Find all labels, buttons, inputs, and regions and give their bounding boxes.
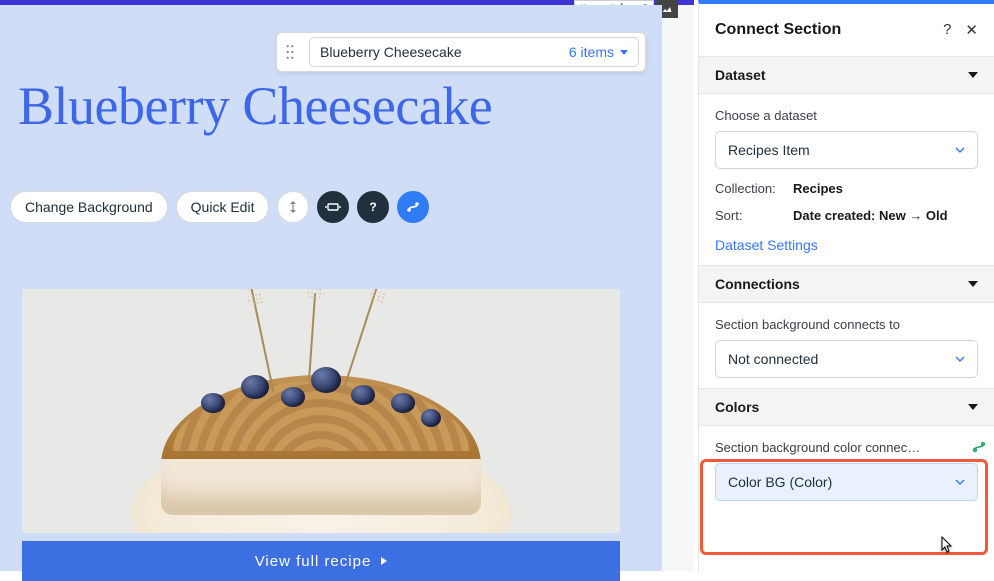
view-recipe-button[interactable]: View full recipe <box>22 541 620 581</box>
bgcolor-connects-dropdown[interactable]: Color BG (Color) <box>715 463 978 501</box>
repeater-item-toolbar: Blueberry Cheesecake 6 items <box>276 32 646 72</box>
section-actions-toolbar: Change Background Quick Edit ? <box>10 191 429 223</box>
connections-section: Section background connects to Not conne… <box>699 303 994 388</box>
quick-edit-button[interactable]: Quick Edit <box>176 191 270 223</box>
choose-dataset-label: Choose a dataset <box>715 108 978 123</box>
bgcolor-connects-value: Color BG (Color) <box>728 474 832 490</box>
binding-active-icon <box>972 440 986 454</box>
connections-head-label: Connections <box>715 276 800 292</box>
sort-value: Date created: New → Old <box>793 208 948 223</box>
item-count: 6 items <box>569 44 614 60</box>
chevron-down-icon <box>968 281 978 287</box>
section-preview[interactable]: Blueberry Cheesecake Change Background Q… <box>0 5 662 571</box>
bg-connects-dropdown[interactable]: Not connected <box>715 340 978 378</box>
collection-value: Recipes <box>793 181 843 196</box>
dataset-section: Choose a dataset Recipes Item Collection… <box>699 94 994 265</box>
colors-accordion-head[interactable]: Colors <box>699 388 994 426</box>
choose-dataset-dropdown[interactable]: Recipes Item <box>715 131 978 169</box>
chevron-down-icon <box>968 404 978 410</box>
choose-dataset-value: Recipes Item <box>728 142 810 158</box>
collection-key: Collection: <box>715 181 787 196</box>
help-icon[interactable]: ? <box>357 191 389 223</box>
chevron-right-icon <box>381 557 387 565</box>
bg-connects-value: Not connected <box>728 351 818 367</box>
dataset-accordion-head[interactable]: Dataset <box>699 56 994 94</box>
bg-connects-label: Section background connects to <box>715 317 978 332</box>
cta-label: View full recipe <box>255 553 372 570</box>
editor-canvas-area: #section2 Blueberry Cheesecake Change Ba… <box>0 0 694 571</box>
item-selector-label: Blueberry Cheesecake <box>320 44 462 60</box>
recipe-image[interactable] <box>22 289 620 533</box>
stretch-icon[interactable] <box>277 191 309 223</box>
colors-head-label: Colors <box>715 399 759 415</box>
recipe-title: Blueberry Cheesecake <box>18 75 492 137</box>
animation-icon[interactable] <box>317 191 349 223</box>
connections-accordion-head[interactable]: Connections <box>699 265 994 303</box>
chevron-down-icon <box>968 72 978 78</box>
svg-text:?: ? <box>370 200 377 214</box>
bgcolor-connects-label: Section background color connec… <box>715 440 978 455</box>
panel-close-icon[interactable]: ✕ <box>965 21 978 39</box>
dataset-settings-link[interactable]: Dataset Settings <box>715 237 818 253</box>
dataset-head-label: Dataset <box>715 67 766 83</box>
panel-help-icon[interactable]: ? <box>943 21 951 39</box>
data-connect-icon[interactable] <box>397 191 429 223</box>
chevron-down-icon <box>620 50 628 55</box>
drag-handle-icon[interactable] <box>277 33 303 71</box>
panel-header: Connect Section ? ✕ <box>699 4 994 56</box>
panel-title: Connect Section <box>715 21 841 39</box>
connect-section-panel: Connect Section ? ✕ Dataset Choose a dat… <box>698 0 994 571</box>
change-background-button[interactable]: Change Background <box>10 191 168 223</box>
item-selector-dropdown[interactable]: Blueberry Cheesecake 6 items <box>309 37 639 67</box>
sort-key: Sort: <box>715 208 787 223</box>
colors-section: Section background color connec… Color B… <box>699 426 994 511</box>
